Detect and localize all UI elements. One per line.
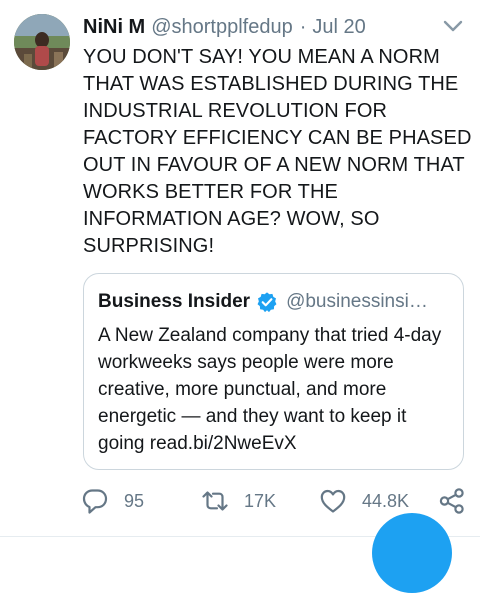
quoted-tweet[interactable]: Business Insider @businessinsi… A New Ze…: [83, 273, 464, 470]
retweet-icon: [202, 491, 228, 511]
separator-dot: ·: [299, 16, 307, 38]
reply-icon: [82, 489, 108, 514]
verified-badge-icon: [257, 292, 277, 313]
avatar[interactable]: [14, 14, 70, 70]
avatar-image: [14, 14, 70, 70]
share-button[interactable]: [437, 484, 467, 518]
quoted-user-handle: @businessinsi…: [286, 291, 428, 312]
tweet-date[interactable]: Jul 20: [312, 14, 365, 40]
retweet-button[interactable]: 17K: [200, 484, 276, 518]
like-count: 44.8K: [362, 490, 410, 511]
quoted-display-name: Business Insider: [98, 291, 251, 312]
tweet-header: NiNi M @shortpplfedup · Jul 20: [83, 14, 473, 40]
tweet-text: YOU DON'T SAY! YOU MEAN A NORM THAT WAS …: [83, 46, 472, 257]
share-icon: [439, 488, 464, 514]
like-button[interactable]: 44.8K: [318, 484, 409, 518]
user-handle[interactable]: @shortpplfedup: [151, 14, 293, 40]
chevron-down-icon[interactable]: [440, 16, 466, 36]
quoted-tweet-header: Business Insider @businessinsi…: [98, 288, 450, 316]
heart-icon: [320, 489, 346, 513]
display-name[interactable]: NiNi M: [83, 14, 145, 40]
quoted-tweet-text: A New Zealand company that tried 4-day w…: [98, 325, 442, 454]
compose-tweet-button[interactable]: [372, 513, 452, 593]
retweet-count: 17K: [244, 490, 277, 511]
reply-count: 95: [124, 490, 145, 511]
reply-button[interactable]: 95: [80, 484, 144, 518]
tweet[interactable]: NiNi M @shortpplfedup · Jul 20 YOU DON'T…: [0, 0, 480, 593]
